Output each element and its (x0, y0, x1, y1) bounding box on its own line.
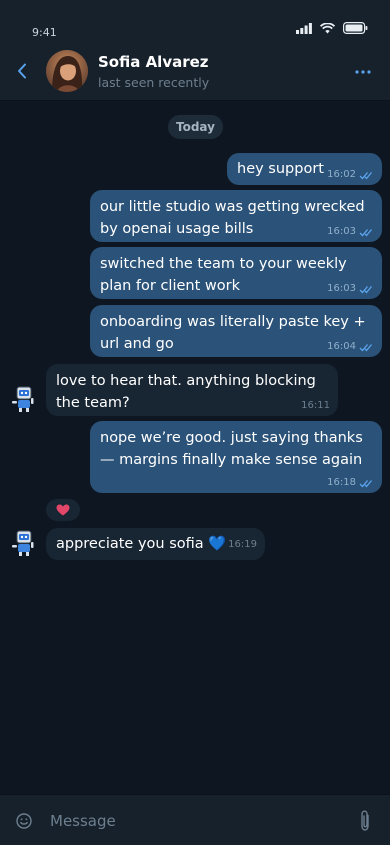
message-time: 16:18 (327, 477, 356, 488)
message-meta: 16:11 (301, 401, 330, 411)
status-icons (296, 22, 368, 34)
wifi-icon (320, 22, 335, 33)
message-meta: 16:03 (327, 284, 374, 294)
incoming-message[interactable]: appreciate you sofia 💙 16:19 (46, 528, 265, 560)
message-text: our little studio was getting wrecked by… (100, 199, 365, 237)
attach-button[interactable] (356, 809, 374, 833)
status-bar: 9:41 (0, 0, 390, 44)
message-text: hey support (237, 161, 324, 177)
outgoing-message[interactable]: nope we’re good. just saying thanks — ma… (90, 421, 382, 493)
outgoing-message[interactable]: our little studio was getting wrecked by… (90, 190, 382, 242)
battery-icon (343, 22, 368, 34)
contact-photo (46, 50, 88, 92)
message-time: 16:11 (301, 400, 330, 411)
double-check-icon (359, 479, 372, 487)
ellipsis-icon (355, 70, 371, 74)
outgoing-message[interactable]: hey support 16:02 (227, 153, 382, 185)
message-meta: 16:04 (327, 342, 374, 352)
message-text: onboarding was literally paste key + url… (100, 314, 366, 352)
message-meta: 16:02 (327, 170, 374, 180)
message-text: switched the team to your weekly plan fo… (100, 256, 347, 294)
outgoing-message[interactable]: switched the team to your weekly plan fo… (90, 247, 382, 299)
incoming-message[interactable]: love to hear that. anything blocking the… (46, 364, 338, 416)
back-button[interactable] (12, 56, 32, 86)
message-time: 16:04 (327, 341, 356, 352)
contact-name[interactable]: Sofia Alvarez (98, 53, 209, 71)
message-meta: 16:18 (327, 478, 374, 488)
paperclip-icon (361, 810, 369, 831)
bot-avatar[interactable] (8, 383, 40, 415)
robot-icon (12, 386, 34, 412)
message-text: love to hear that. anything blocking the… (56, 373, 316, 411)
chevron-left-icon (18, 63, 26, 79)
date-separator: Today (168, 115, 223, 139)
status-time: 9:41 (32, 26, 57, 39)
message-composer (0, 794, 390, 845)
message-time: 16:02 (327, 169, 356, 180)
outgoing-message[interactable]: onboarding was literally paste key + url… (90, 305, 382, 357)
double-check-icon (359, 343, 372, 351)
smiley-icon (16, 813, 32, 829)
message-time: 16:19 (228, 539, 257, 550)
message-time: 16:03 (327, 226, 356, 237)
double-check-icon (359, 171, 372, 179)
message-input[interactable] (48, 805, 342, 837)
chat-header: Sofia Alvarez last seen recently (0, 44, 390, 101)
emoji-button[interactable] (14, 811, 34, 831)
double-check-icon (359, 285, 372, 293)
message-time: 16:03 (327, 283, 356, 294)
message-text: nope we’re good. just saying thanks — ma… (100, 430, 363, 468)
double-check-icon (359, 228, 372, 236)
message-reaction[interactable] (46, 499, 80, 521)
contact-status: last seen recently (98, 75, 210, 90)
contact-avatar[interactable] (46, 50, 88, 92)
signal-icon (296, 22, 312, 34)
message-meta: 16:19 (228, 540, 257, 550)
message-meta: 16:03 (327, 227, 374, 237)
bot-avatar[interactable] (8, 527, 40, 559)
message-list[interactable]: Today hey support 16:02 our little studi… (0, 101, 390, 794)
message-text: appreciate you sofia 💙 (56, 536, 227, 552)
heart-icon (56, 504, 70, 516)
more-options-button[interactable] (350, 58, 376, 86)
robot-icon (12, 530, 34, 556)
